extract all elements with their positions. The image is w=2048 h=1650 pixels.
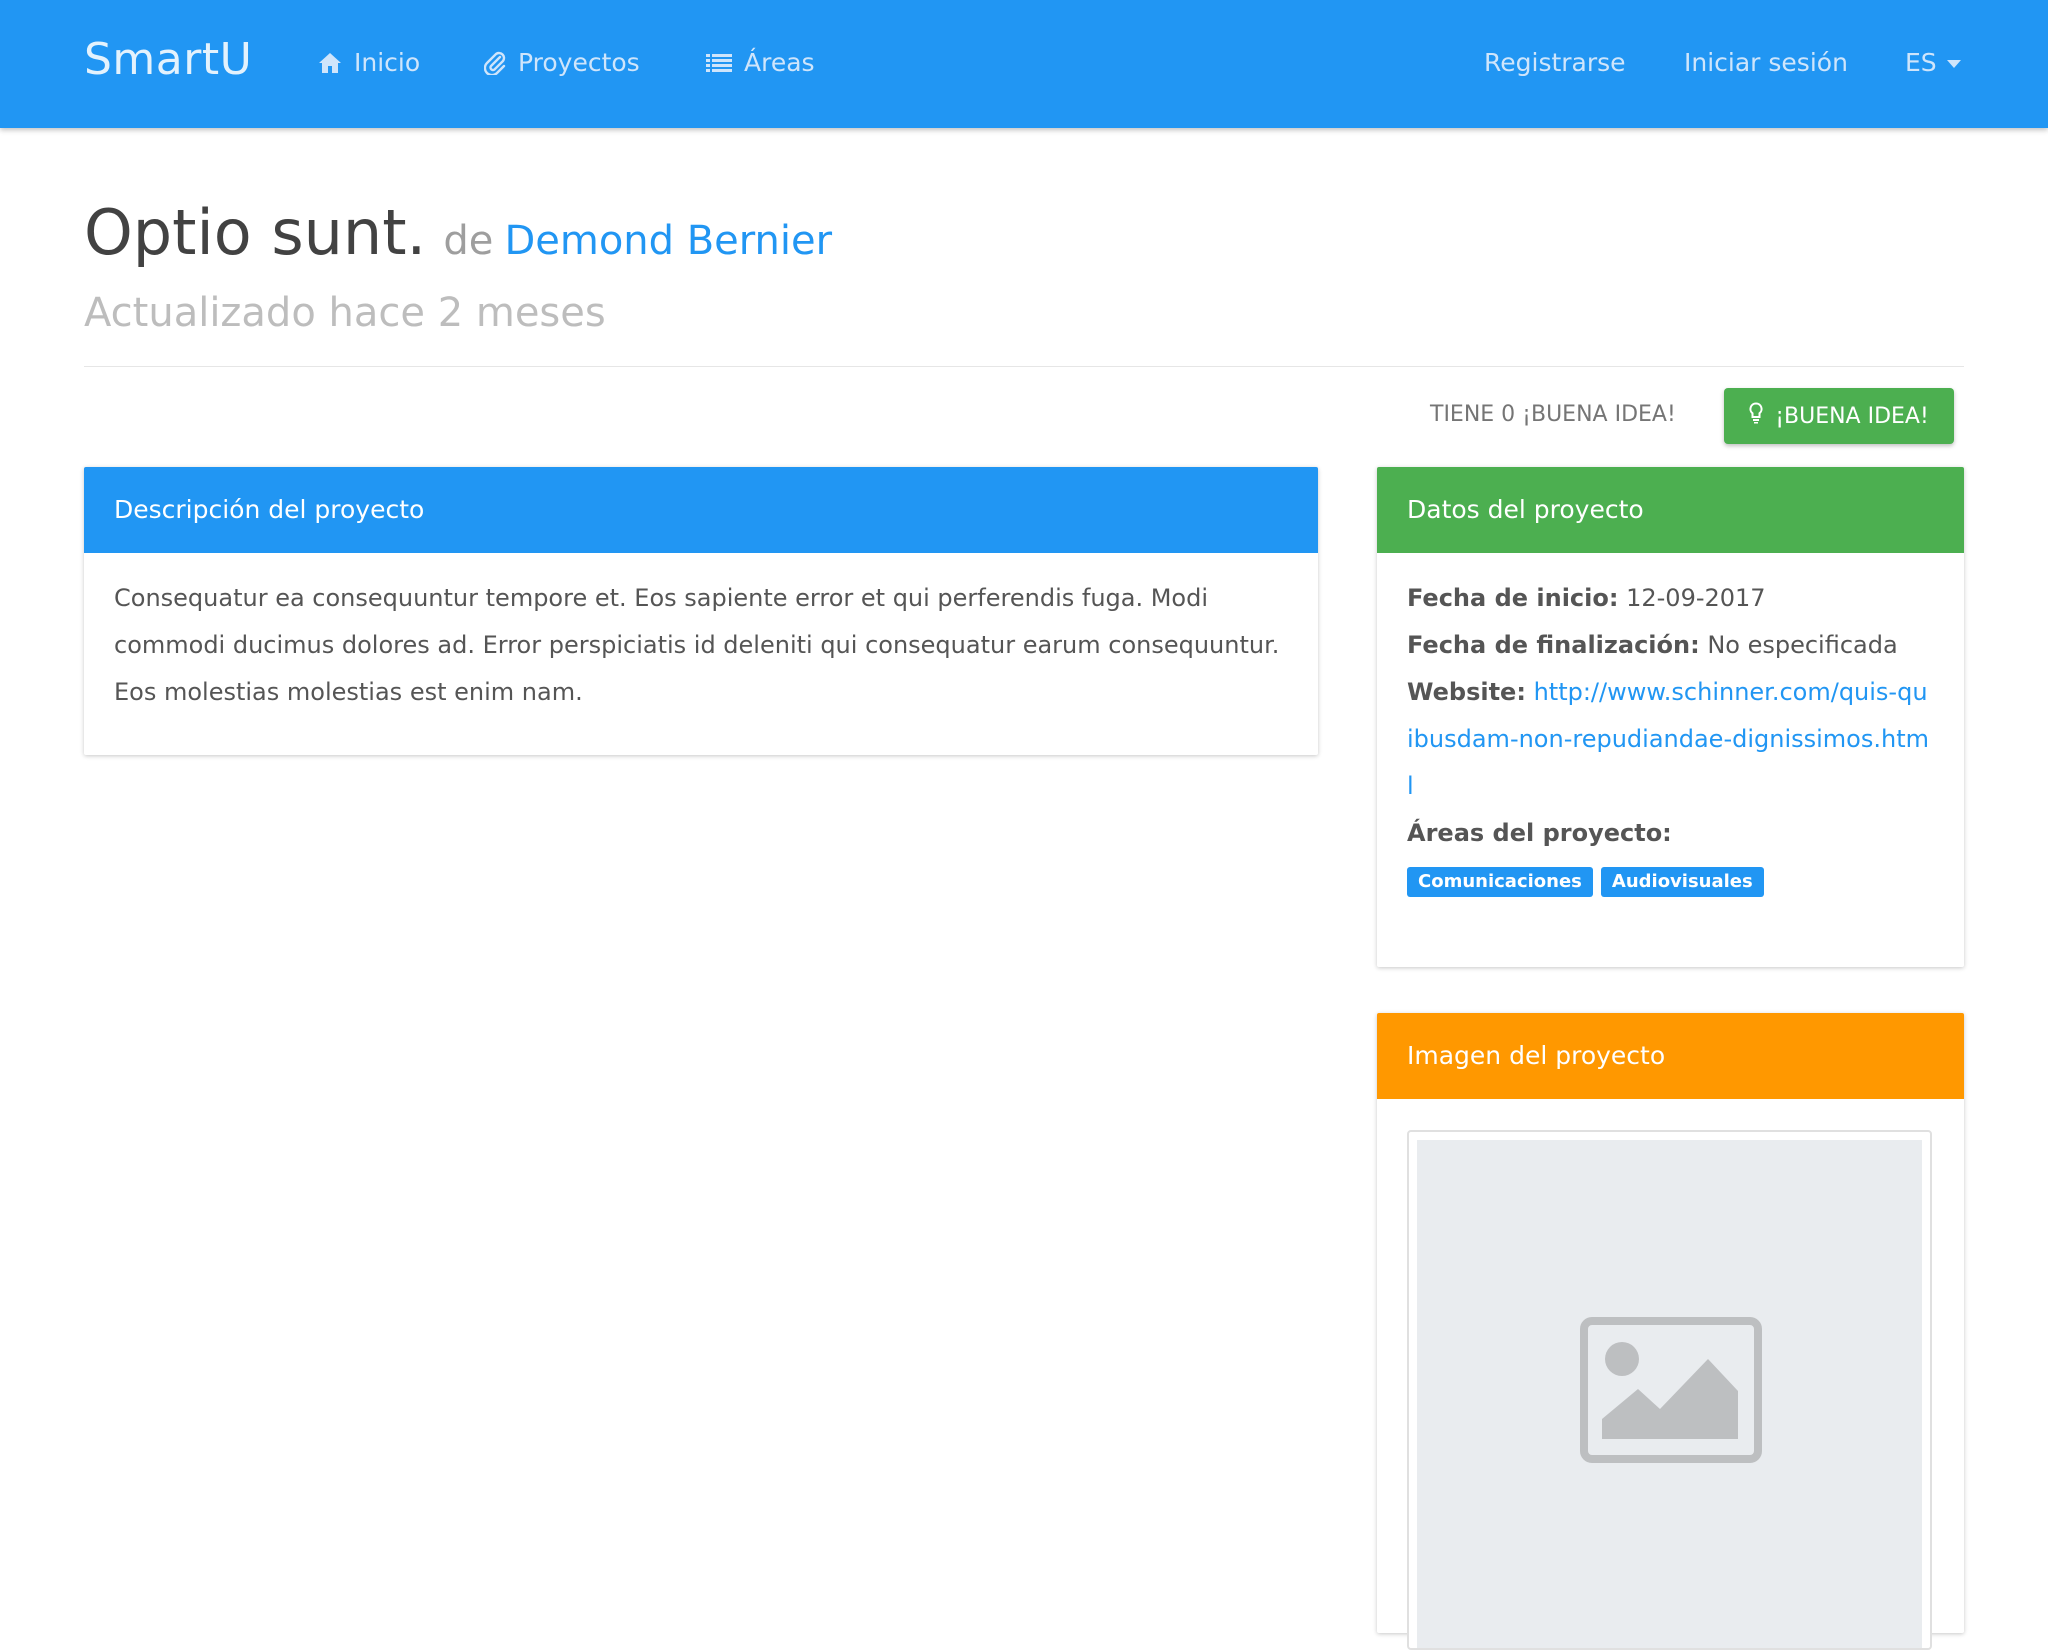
areas-row: Áreas del proyecto: <box>1407 810 1934 857</box>
brand-logo[interactable]: SmartU <box>84 34 252 85</box>
start-date-label: Fecha de inicio: <box>1407 584 1619 612</box>
end-date-label: Fecha de finalización: <box>1407 631 1700 659</box>
nav-areas-label: Áreas <box>744 48 815 77</box>
register-link[interactable]: Registrarse <box>1484 48 1626 77</box>
login-link[interactable]: Iniciar sesión <box>1684 48 1848 77</box>
nav-proyectos[interactable]: Proyectos <box>484 48 640 77</box>
login-label: Iniciar sesión <box>1684 48 1848 77</box>
nav-inicio-label: Inicio <box>354 48 421 77</box>
end-date-value: No especificada <box>1707 631 1898 659</box>
good-idea-label: ¡BUENA IDEA! <box>1775 403 1929 429</box>
image-panel-title: Imagen del proyecto <box>1377 1013 1964 1099</box>
language-dropdown[interactable]: ES <box>1905 48 1961 77</box>
good-idea-button[interactable]: ¡BUENA IDEA! <box>1724 388 1954 444</box>
description-panel-title: Descripción del proyecto <box>84 467 1318 553</box>
caret-down-icon <box>1946 60 1961 68</box>
project-title: Optio sunt. <box>84 196 427 269</box>
description-panel: Descripción del proyecto Consequatur ea … <box>84 467 1318 755</box>
register-label: Registrarse <box>1484 48 1626 77</box>
updated-subtitle: Actualizado hace 2 meses <box>84 290 606 336</box>
paperclip-icon <box>484 51 506 75</box>
page-title: Optio sunt. de Demond Bernier <box>84 196 832 269</box>
website-label: Website: <box>1407 678 1526 706</box>
nav-inicio[interactable]: Inicio <box>318 48 420 77</box>
idea-count-text: TIENE 0 ¡BUENA IDEA! <box>1430 402 1676 427</box>
title-divider <box>84 366 1964 367</box>
lightbulb-icon <box>1749 402 1763 430</box>
top-navbar: SmartU Inicio Proyectos Áreas Registrars… <box>0 0 2048 128</box>
project-image-placeholder <box>1417 1140 1922 1648</box>
website-row: Website: http://www.schinner.com/quis-qu… <box>1407 669 1934 810</box>
list-icon <box>706 53 732 73</box>
start-date-row: Fecha de inicio: 12-09-2017 <box>1407 575 1934 622</box>
project-image-frame <box>1407 1130 1932 1650</box>
nav-areas[interactable]: Áreas <box>706 48 815 77</box>
nav-proyectos-label: Proyectos <box>518 48 640 77</box>
home-icon <box>318 52 342 74</box>
author-prefix: de <box>443 218 494 264</box>
image-panel: Imagen del proyecto <box>1377 1013 1964 1650</box>
language-label: ES <box>1905 48 1937 77</box>
area-tag-audiovisuales[interactable]: Audiovisuales <box>1600 867 1764 897</box>
area-tags: Comunicaciones Audiovisuales <box>1407 867 1934 897</box>
author-link[interactable]: Demond Bernier <box>504 218 832 264</box>
data-panel: Datos del proyecto Fecha de inicio: 12-0… <box>1377 467 1964 967</box>
description-text: Consequatur ea consequuntur tempore et. … <box>114 584 1280 706</box>
data-panel-title: Datos del proyecto <box>1377 467 1964 553</box>
start-date-value: 12-09-2017 <box>1626 584 1766 612</box>
area-tag-comunicaciones[interactable]: Comunicaciones <box>1407 867 1593 897</box>
end-date-row: Fecha de finalización: No especificada <box>1407 622 1934 669</box>
areas-label: Áreas del proyecto: <box>1407 819 1672 847</box>
